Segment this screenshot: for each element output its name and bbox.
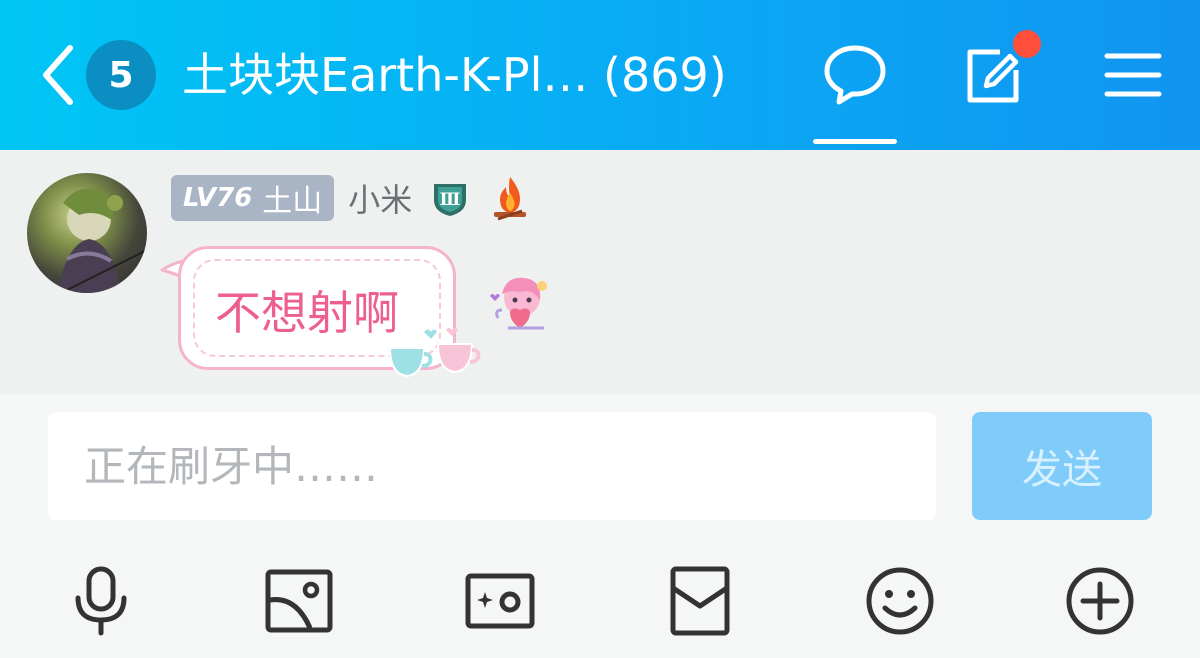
notification-dot [1013,30,1041,58]
sender-info: LV76 土山 小米 Ⅲ [171,174,530,222]
image-icon[interactable] [264,566,334,636]
rank-badge-icon[interactable]: Ⅲ [430,178,470,218]
sender-nickname[interactable]: 小米 [348,175,412,221]
title-tag: 土山 [262,184,323,219]
red-packet-icon[interactable] [665,566,735,636]
message-list[interactable]: LV76 土山 小米 Ⅲ 不想射啊 [0,150,1200,394]
message-text: 不想射啊 [215,286,399,340]
chat-header: 5 土块块Earth-K-Pl… (869) [0,0,1200,150]
chat-bubble-icon[interactable] [822,42,888,108]
fire-icon[interactable] [490,175,530,221]
level-badge[interactable]: LV76 土山 [171,175,335,221]
teacups-decoration-icon [388,328,481,378]
chevron-left-icon[interactable] [38,40,78,110]
active-tab-indicator [813,139,897,144]
unread-count-badge[interactable]: 5 [86,40,156,110]
input-bar: 发送 [0,394,1200,658]
camera-icon[interactable] [465,566,535,636]
emoji-icon[interactable] [865,566,935,636]
send-button[interactable]: 发送 [972,412,1152,520]
level-text: LV76 [183,183,253,213]
menu-icon[interactable] [1100,42,1166,108]
group-title[interactable]: 土块块Earth-K-Pl… (869) [182,40,727,110]
microphone-icon[interactable] [66,566,136,636]
svg-text:Ⅲ: Ⅲ [440,190,461,210]
sticker-image[interactable] [484,270,558,342]
avatar[interactable] [27,173,147,293]
message-input[interactable] [48,412,936,520]
plus-icon[interactable] [1065,566,1135,636]
